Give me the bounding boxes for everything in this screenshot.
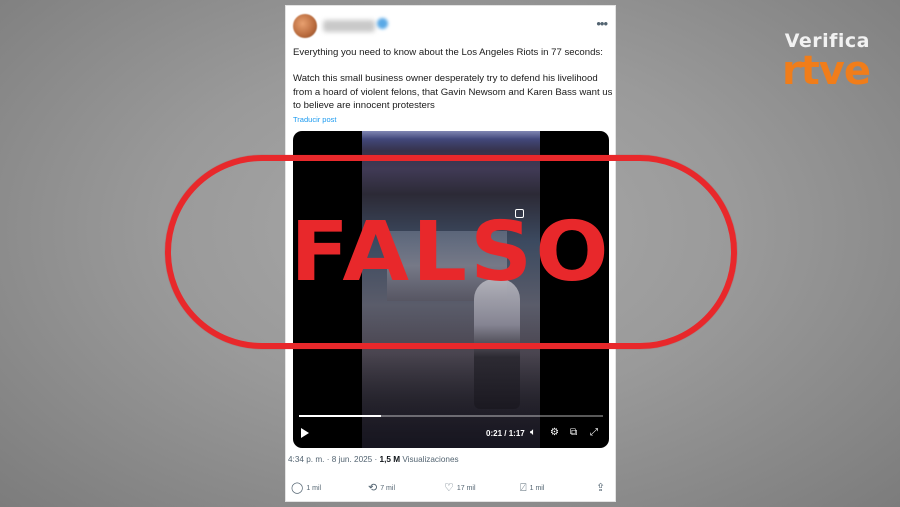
verifica-rtve-logo: Verifica rtve bbox=[760, 30, 871, 94]
bookmark-button[interactable]: ⍁ 1 mil bbox=[520, 482, 544, 494]
reply-count: 1 mil bbox=[306, 484, 322, 492]
falso-stamp-text: FALSO bbox=[290, 205, 612, 300]
share-button[interactable]: ⇪ bbox=[596, 482, 605, 494]
tweet-date[interactable]: 8 jun. 2025 bbox=[332, 455, 373, 464]
reply-icon: ◯ bbox=[291, 482, 304, 494]
reply-button[interactable]: ◯ 1 mil bbox=[291, 482, 321, 494]
tweet-actions: ◯ 1 mil ⟲ 7 mil ♡ 17 mil ⍁ 1 mil ⇪ bbox=[286, 482, 615, 498]
bookmark-count: 1 mil bbox=[529, 484, 545, 492]
views-count: 1,5 M bbox=[379, 455, 401, 464]
video-current-time: 0:21 bbox=[486, 429, 503, 438]
like-count: 17 mil bbox=[456, 484, 476, 492]
brand-rtve: rtve bbox=[781, 48, 871, 94]
like-button[interactable]: ♡ 17 mil bbox=[444, 482, 476, 494]
heart-icon: ♡ bbox=[444, 482, 454, 494]
tweet-body: Watch this small business owner desperat… bbox=[293, 73, 613, 111]
settings-icon[interactable]: ⚙︎ bbox=[550, 427, 559, 439]
video-progress-bar[interactable] bbox=[299, 415, 603, 417]
falso-stamp: FALSO bbox=[165, 155, 737, 349]
volume-icon[interactable]: 🔈︎ bbox=[530, 427, 536, 439]
bookmark-icon: ⍁ bbox=[520, 482, 527, 494]
avatar[interactable] bbox=[293, 14, 317, 38]
video-time-separator: / bbox=[504, 429, 507, 438]
pip-icon[interactable]: ⧉ bbox=[570, 427, 577, 439]
author-name-blurred[interactable] bbox=[323, 20, 375, 32]
tweet-time[interactable]: 4:34 p. m. bbox=[288, 455, 324, 464]
video-time: 0:21 / 1:17 bbox=[486, 429, 525, 438]
tweet-text: Everything you need to know about the Lo… bbox=[293, 46, 613, 125]
tweet-header: ••• bbox=[293, 14, 608, 42]
tweet-meta: 4:34 p. m. · 8 jun. 2025 · 1,5 M Visuali… bbox=[288, 455, 459, 464]
views-label: Visualizaciones bbox=[402, 455, 459, 464]
fullscreen-icon[interactable]: ⤢ bbox=[590, 427, 598, 439]
video-controls: 0:21 / 1:17 🔈︎ ⚙︎ ⧉ ⤢ bbox=[293, 426, 609, 442]
meta-dot: · bbox=[326, 455, 330, 464]
video-duration: 1:17 bbox=[508, 429, 525, 438]
tweet-title: Everything you need to know about the Lo… bbox=[293, 47, 603, 58]
share-icon: ⇪ bbox=[596, 482, 606, 494]
verified-badge-icon bbox=[377, 18, 388, 29]
meta-dot-2: · bbox=[374, 455, 378, 464]
repost-icon: ⟲ bbox=[368, 482, 378, 494]
more-dots-icon[interactable]: ••• bbox=[596, 16, 608, 31]
repost-button[interactable]: ⟲ 7 mil bbox=[368, 482, 395, 494]
play-icon[interactable] bbox=[301, 428, 309, 438]
video-progress-fill bbox=[299, 415, 382, 417]
translate-post-link[interactable]: Traducir post bbox=[293, 115, 337, 124]
repost-count: 7 mil bbox=[380, 484, 395, 492]
